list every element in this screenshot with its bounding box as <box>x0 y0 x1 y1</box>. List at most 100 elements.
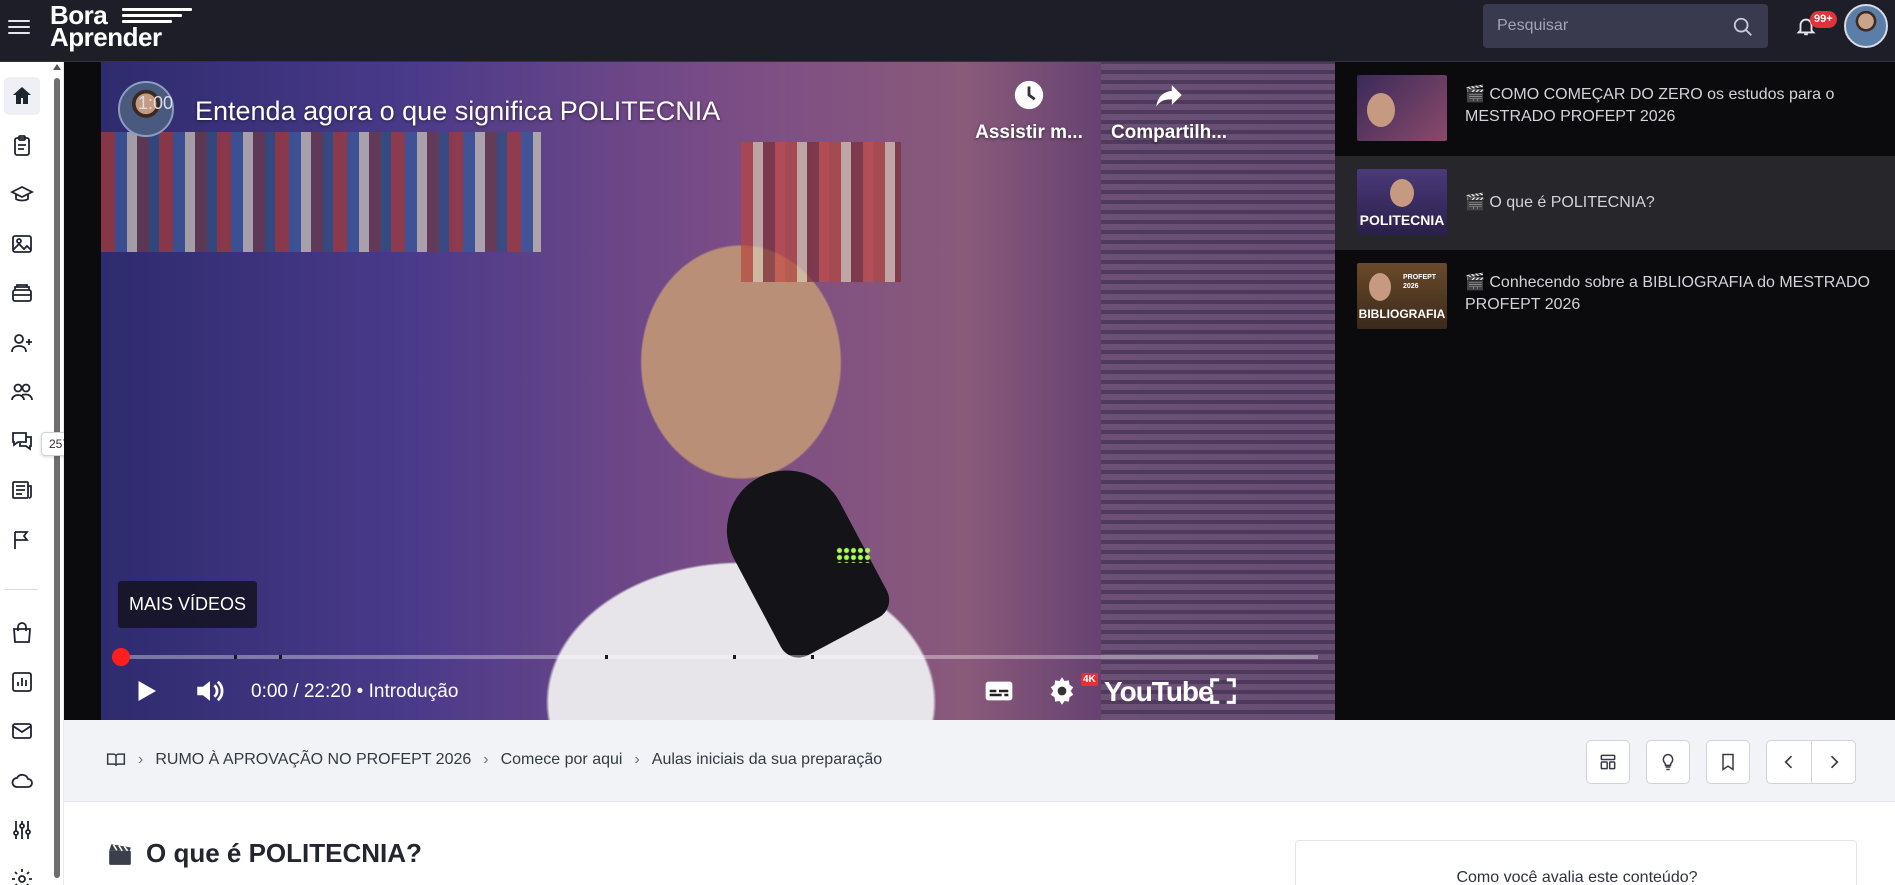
sidebar-item-settings-sliders[interactable] <box>4 811 40 849</box>
search-input[interactable] <box>1497 4 1717 48</box>
watch-later-button[interactable]: Assistir m... <box>969 78 1089 144</box>
volume-button[interactable] <box>193 670 227 712</box>
bookmark-button[interactable] <box>1706 740 1750 784</box>
volume-icon <box>197 680 224 702</box>
thumbnail-small-text: PROFEPT 2026 <box>1403 274 1437 290</box>
play-button[interactable] <box>131 670 161 712</box>
playlist-thumbnail <box>1357 75 1447 141</box>
playlist-item[interactable]: 🎬 COMO COMEÇAR DO ZERO os estudos para o… <box>1335 62 1895 156</box>
chevron-right-icon: › <box>138 751 144 768</box>
channel-avatar[interactable]: 1:00 <box>118 81 174 137</box>
channel-avatar-text: 1:00 <box>138 93 174 113</box>
chapter-marker <box>279 655 282 659</box>
clapperboard-icon: 🎬 <box>1465 274 1490 291</box>
sidebar-item-gallery[interactable] <box>4 225 40 263</box>
sidebar-item-cloud[interactable] <box>4 762 40 800</box>
sidebar-item-settings[interactable] <box>4 860 40 885</box>
next-lesson-button[interactable] <box>1812 741 1856 783</box>
clapperboard-icon: 🎬 <box>1465 194 1490 211</box>
sidebar-item-missions[interactable] <box>4 521 40 559</box>
share-icon <box>1156 85 1182 107</box>
time-separator: • <box>356 681 369 702</box>
chat-icon <box>12 432 32 451</box>
sidebar-item-archive[interactable] <box>4 274 40 312</box>
logo[interactable]: Bora Aprender <box>50 2 195 52</box>
previous-lesson-button[interactable] <box>1767 741 1811 783</box>
video-player[interactable]: 1:00 Entenda agora o que significa POLIT… <box>101 62 1335 720</box>
chapter-marker <box>234 655 237 659</box>
flag-icon <box>14 531 29 549</box>
sidebar-item-reports[interactable] <box>4 663 40 701</box>
playlist-thumbnail: POLITECNIA <box>1357 169 1447 235</box>
video-section: 1:00 Entenda agora o que significa POLIT… <box>64 62 1895 720</box>
video-backdrop <box>101 132 541 252</box>
rating-question: Como você avalia este conteúdo? <box>1456 869 1698 885</box>
progress-bar[interactable] <box>112 648 1318 666</box>
progress-knob[interactable] <box>112 648 130 666</box>
chapter-marker <box>733 655 736 659</box>
share-button[interactable]: Compartilh... <box>1105 78 1233 144</box>
playlist-item-title: 🎬 COMO COMEÇAR DO ZERO os estudos para o… <box>1465 84 1885 128</box>
shopping-bag-icon <box>13 622 31 643</box>
page-title: O que é POLITECNIA? <box>106 838 422 869</box>
playlist-thumbnail: PROFEPT 2026 BIBLIOGRAFIA <box>1357 263 1447 329</box>
breadcrumb-item[interactable]: Comece por aqui <box>501 751 623 769</box>
sidebar-item-store[interactable] <box>4 614 40 652</box>
graduation-cap-icon <box>10 185 34 202</box>
lesson-nav <box>1766 740 1856 784</box>
page-title-text: O que é POLITECNIA? <box>146 838 422 868</box>
playlist-item[interactable]: PROFEPT 2026 BIBLIOGRAFIA 🎬 Conhecendo s… <box>1335 250 1895 344</box>
captions-button[interactable] <box>983 670 1015 712</box>
newspaper-icon <box>12 481 32 499</box>
chevron-right-icon: › <box>634 751 640 768</box>
bar-chart-icon <box>12 672 32 692</box>
sidebar-divider <box>4 589 38 590</box>
quality-badge: 4K <box>1081 673 1098 686</box>
sidebar-item-chat[interactable] <box>4 422 40 460</box>
chevron-right-icon <box>1830 755 1839 769</box>
video-title[interactable]: Entenda agora o que significa POLITECNIA <box>195 96 720 127</box>
image-icon <box>12 235 32 253</box>
playlist-item-active[interactable]: POLITECNIA 🎬 O que é POLITECNIA? <box>1335 156 1895 250</box>
fullscreen-icon <box>1210 678 1236 704</box>
tips-button[interactable] <box>1646 740 1690 784</box>
cloud-icon <box>11 773 33 788</box>
chapter-marker <box>605 655 608 659</box>
settings-button[interactable] <box>1047 670 1077 712</box>
sidebar <box>0 62 64 885</box>
video-chapter[interactable]: Introdução <box>369 681 459 702</box>
sidebar-item-news[interactable] <box>4 471 40 509</box>
share-label: Compartilh... <box>1110 122 1228 143</box>
archive-icon <box>12 284 32 302</box>
layout-button[interactable] <box>1586 740 1630 784</box>
fullscreen-button[interactable] <box>1208 670 1238 712</box>
user-avatar[interactable] <box>1844 4 1888 48</box>
menu-icon[interactable] <box>8 16 30 38</box>
user-plus-icon <box>11 334 32 353</box>
breadcrumb-item[interactable]: RUMO À APROVAÇÃO NO PROFEPT 2026 <box>155 751 471 769</box>
clapperboard-icon: 🎬 <box>1465 86 1490 103</box>
sidebar-item-courses[interactable] <box>4 176 40 214</box>
search-box <box>1483 4 1768 48</box>
video-backdrop-blinds <box>1101 62 1335 720</box>
video-microphone-lights <box>836 547 872 563</box>
breadcrumb-bar: › RUMO À APROVAÇÃO NO PROFEPT 2026 › Com… <box>64 720 1895 802</box>
sliders-icon <box>13 821 31 839</box>
sidebar-item-mail[interactable] <box>4 712 40 750</box>
layout-icon <box>1600 754 1616 770</box>
sidebar-item-members[interactable] <box>4 373 40 411</box>
sidebar-item-tasks[interactable] <box>4 127 40 165</box>
playlist-item-label: O que é POLITECNIA? <box>1489 194 1655 211</box>
book-icon[interactable] <box>106 750 126 770</box>
chevron-right-icon: › <box>483 751 489 768</box>
sidebar-scrollbar[interactable] <box>52 64 62 885</box>
sidebar-item-invite[interactable] <box>4 324 40 362</box>
notification-badge: 99+ <box>1810 11 1837 28</box>
youtube-logo[interactable]: YouTube <box>1104 676 1214 708</box>
breadcrumb-item[interactable]: Aulas iniciais da sua preparação <box>652 751 882 769</box>
playlist-item-label: Conhecendo sobre a BIBLIOGRAFIA do MESTR… <box>1465 274 1870 313</box>
clock-icon <box>1014 80 1044 110</box>
more-videos-button[interactable]: MAIS VÍDEOS <box>118 581 257 628</box>
sidebar-item-home[interactable] <box>4 77 40 115</box>
search-icon[interactable] <box>1732 16 1754 38</box>
